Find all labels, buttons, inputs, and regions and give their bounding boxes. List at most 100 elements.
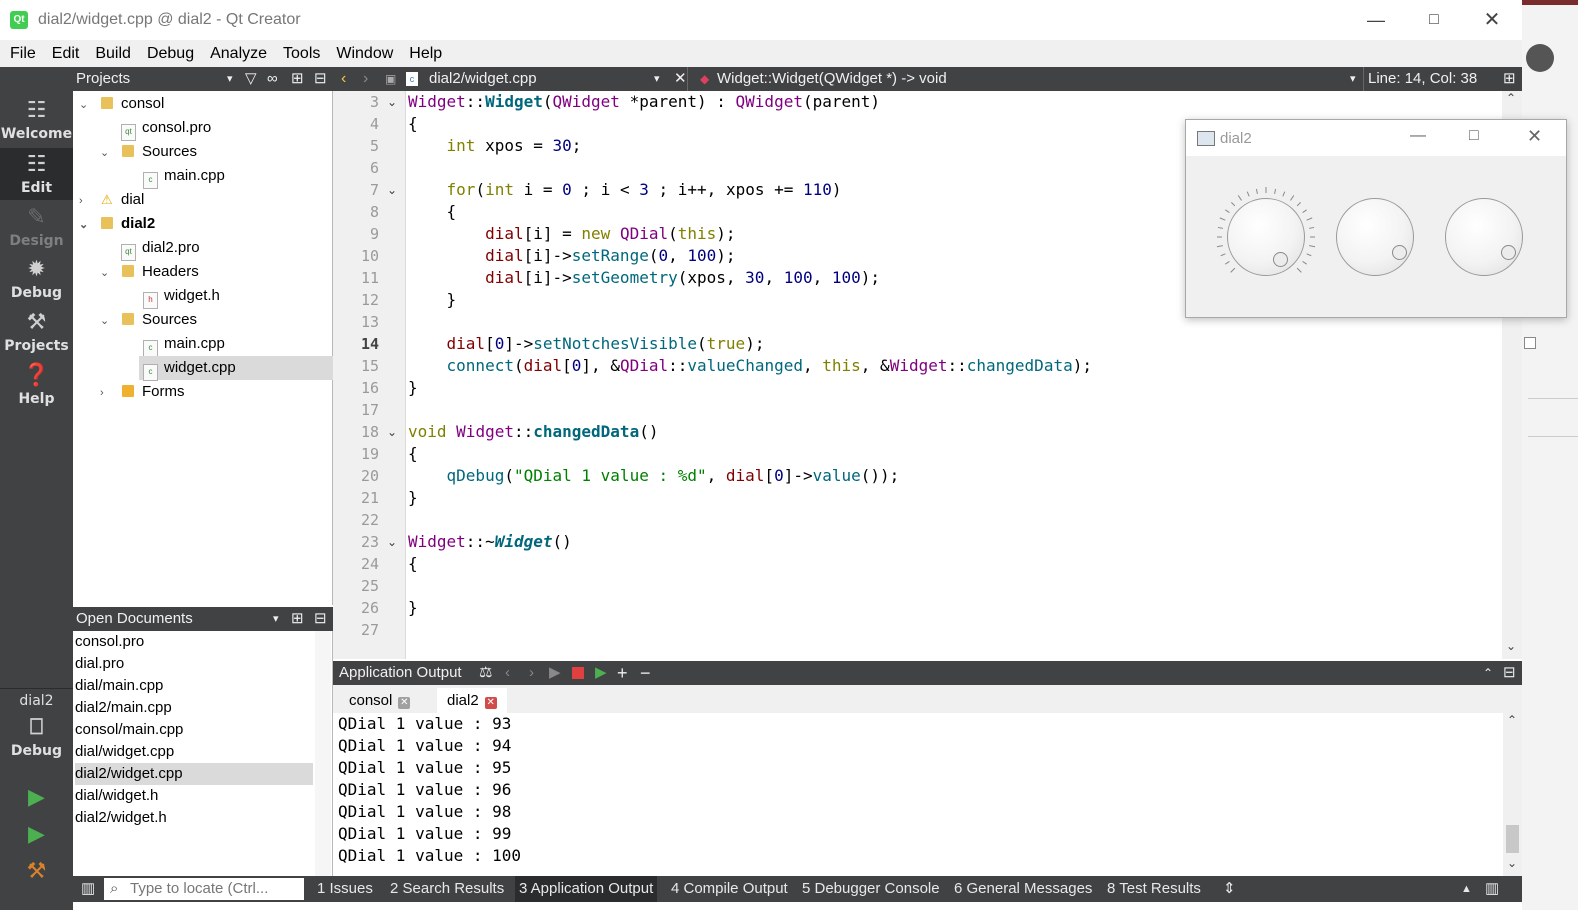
tree-item-headers[interactable]: ⌄ Headers bbox=[100, 260, 199, 284]
menu-window[interactable]: Window bbox=[328, 40, 401, 67]
expand-icon[interactable]: ⌄ bbox=[79, 213, 93, 237]
locator-input[interactable]: ⌕ Type to locate (Ctrl... bbox=[104, 878, 304, 900]
attach-debugger-icon[interactable]: ▶ bbox=[595, 661, 607, 685]
tree-item-consol[interactable]: ⌄ consol bbox=[79, 92, 164, 116]
tree-item-main-cpp[interactable]: c main.cpp bbox=[143, 164, 225, 189]
dial-1[interactable] bbox=[1227, 198, 1305, 276]
dial-2[interactable] bbox=[1336, 198, 1414, 276]
output-pane-application-output[interactable]: 3 Application Output bbox=[515, 876, 658, 902]
output-pane-compile-output[interactable]: 4 Compile Output bbox=[667, 876, 792, 902]
zoom-out-icon[interactable]: − bbox=[640, 661, 651, 685]
fold-chevron-icon[interactable]: ⌄ bbox=[387, 531, 397, 553]
scroll-down-icon[interactable]: ⌄ bbox=[1506, 639, 1516, 653]
close-button[interactable]: ✕ bbox=[1474, 8, 1510, 32]
open-document-item[interactable]: dial/main.cpp bbox=[75, 675, 313, 697]
minimize-button[interactable]: — bbox=[1410, 127, 1426, 145]
maximize-button[interactable]: □ bbox=[1416, 8, 1452, 32]
previous-icon[interactable]: ‹ bbox=[505, 661, 510, 685]
dial-handle[interactable] bbox=[1501, 245, 1516, 260]
user-avatar-icon[interactable] bbox=[1526, 44, 1554, 72]
minimize-button[interactable]: — bbox=[1358, 8, 1394, 32]
expand-icon[interactable]: ⌄ bbox=[100, 141, 114, 165]
expand-icon[interactable]: ⌄ bbox=[79, 93, 93, 117]
menu-build[interactable]: Build bbox=[87, 40, 139, 67]
expand-icon[interactable]: › bbox=[79, 189, 93, 213]
stop-icon[interactable] bbox=[572, 667, 584, 679]
dial-3[interactable] bbox=[1445, 198, 1523, 276]
symbol-dropdown-icon[interactable]: ▾ bbox=[1350, 67, 1356, 91]
zoom-in-icon[interactable]: + bbox=[617, 661, 628, 685]
mode-projects[interactable]: ⚒ Projects bbox=[0, 310, 73, 360]
maximize-button[interactable]: □ bbox=[1469, 127, 1479, 145]
expand-icon[interactable]: ⌄ bbox=[100, 309, 114, 333]
tree-item-widget-cpp[interactable]: c widget.cpp bbox=[139, 356, 336, 381]
menu-analyze[interactable]: Analyze bbox=[202, 40, 275, 67]
forward-icon[interactable]: › bbox=[363, 67, 368, 91]
fold-chevron-icon[interactable]: ⌄ bbox=[387, 91, 397, 113]
filter-icon[interactable]: ▽ bbox=[245, 67, 257, 91]
fold-chevron-icon[interactable]: ⌄ bbox=[387, 421, 397, 443]
tree-item-dial[interactable]: › ⚠ dial bbox=[79, 188, 144, 212]
tree-item-forms[interactable]: › Forms bbox=[100, 380, 185, 404]
projects-view-dropdown-icon[interactable]: ▾ bbox=[227, 67, 233, 91]
progress-toggle-icon[interactable]: ▲ bbox=[1457, 876, 1476, 902]
open-document-item[interactable]: dial/widget.h bbox=[75, 785, 313, 807]
output-pane-debugger-console[interactable]: 5 Debugger Console bbox=[798, 876, 944, 902]
split-icon[interactable]: ⊞ bbox=[291, 607, 304, 631]
open-document-item[interactable]: dial.pro bbox=[75, 653, 313, 675]
menu-tools[interactable]: Tools bbox=[275, 40, 328, 67]
expand-icon[interactable]: ⌄ bbox=[100, 261, 114, 285]
dial-handle[interactable] bbox=[1392, 245, 1407, 260]
tab-consol[interactable]: consol ✕ bbox=[339, 688, 420, 713]
output-settings-icon[interactable]: ⚖ bbox=[479, 661, 492, 685]
output-pane-search-results[interactable]: 2 Search Results bbox=[386, 876, 508, 902]
back-icon[interactable]: ‹ bbox=[341, 67, 346, 91]
file-dropdown-icon[interactable]: ▾ bbox=[654, 67, 660, 91]
split-icon[interactable]: ⊞ bbox=[291, 67, 304, 91]
close-panel-icon[interactable]: ⊟ bbox=[314, 607, 327, 631]
scroll-down-icon[interactable]: ⌄ bbox=[1507, 856, 1517, 870]
link-icon[interactable]: ∞ bbox=[267, 67, 278, 91]
scroll-up-icon[interactable]: ⌃ bbox=[1506, 91, 1516, 105]
tab-dial2[interactable]: dial2 ✕ bbox=[437, 688, 507, 713]
scroll-up-icon[interactable]: ⌃ bbox=[1507, 713, 1517, 727]
close-tab-icon[interactable]: ✕ bbox=[398, 697, 411, 709]
menu-file[interactable]: File bbox=[0, 40, 44, 67]
tree-item-main-cpp-2[interactable]: c main.cpp bbox=[143, 332, 225, 357]
open-document-item[interactable]: consol.pro bbox=[75, 631, 313, 653]
mode-help[interactable]: ❓ Help bbox=[0, 363, 73, 413]
toggle-output-icon[interactable]: ▥ bbox=[1481, 876, 1503, 902]
open-document-item[interactable]: dial2/main.cpp bbox=[75, 697, 313, 719]
kit-selector[interactable]: ⎕ Debug bbox=[0, 715, 73, 765]
close-panel-icon[interactable]: ⊟ bbox=[1503, 661, 1516, 685]
current-file-name[interactable]: dial2/widget.cpp bbox=[429, 67, 537, 91]
open-documents-dropdown-icon[interactable]: ▾ bbox=[273, 607, 279, 631]
open-document-item[interactable]: consol/main.cpp bbox=[75, 719, 313, 741]
menu-help[interactable]: Help bbox=[401, 40, 450, 67]
fold-chevron-icon[interactable]: ⌄ bbox=[387, 179, 397, 201]
mode-edit[interactable]: ☷ Edit bbox=[0, 148, 73, 200]
current-symbol[interactable]: Widget::Widget(QWidget *) -> void bbox=[717, 67, 947, 91]
output-pane-test-results[interactable]: 8 Test Results bbox=[1103, 876, 1205, 902]
close-tab-icon[interactable]: ✕ bbox=[484, 697, 497, 709]
open-document-item[interactable]: dial/widget.cpp bbox=[75, 741, 313, 763]
output-pane-general-messages[interactable]: 6 General Messages bbox=[950, 876, 1096, 902]
build-button[interactable]: ⚒ bbox=[0, 859, 73, 887]
tree-item-sources[interactable]: ⌄ Sources bbox=[100, 140, 197, 164]
mode-welcome[interactable]: ☷ Welcome bbox=[0, 98, 73, 148]
dial-handle[interactable] bbox=[1273, 252, 1288, 267]
menu-edit[interactable]: Edit bbox=[44, 40, 88, 67]
scrollbar[interactable] bbox=[315, 631, 331, 876]
expand-icon[interactable]: › bbox=[100, 381, 114, 405]
output-scrollbar[interactable]: ⌃ ⌄ bbox=[1503, 713, 1522, 876]
toggle-sidebar-icon[interactable]: ▥ bbox=[77, 876, 99, 902]
run-button[interactable]: ▶ bbox=[0, 785, 73, 813]
close-document-icon[interactable]: ✕ bbox=[674, 67, 687, 91]
open-document-item[interactable]: dial2/widget.cpp bbox=[75, 763, 313, 785]
close-panel-icon[interactable]: ⊟ bbox=[314, 67, 327, 91]
application-output[interactable]: QDial 1 value : 93 QDial 1 value : 94 QD… bbox=[333, 713, 1503, 876]
tree-item-widget-h[interactable]: h widget.h bbox=[143, 284, 220, 309]
cursor-position[interactable]: Line: 14, Col: 38 bbox=[1368, 67, 1477, 91]
tree-item-dial2-pro[interactable]: qt dial2.pro bbox=[121, 236, 200, 261]
menu-debug[interactable]: Debug bbox=[139, 40, 202, 67]
